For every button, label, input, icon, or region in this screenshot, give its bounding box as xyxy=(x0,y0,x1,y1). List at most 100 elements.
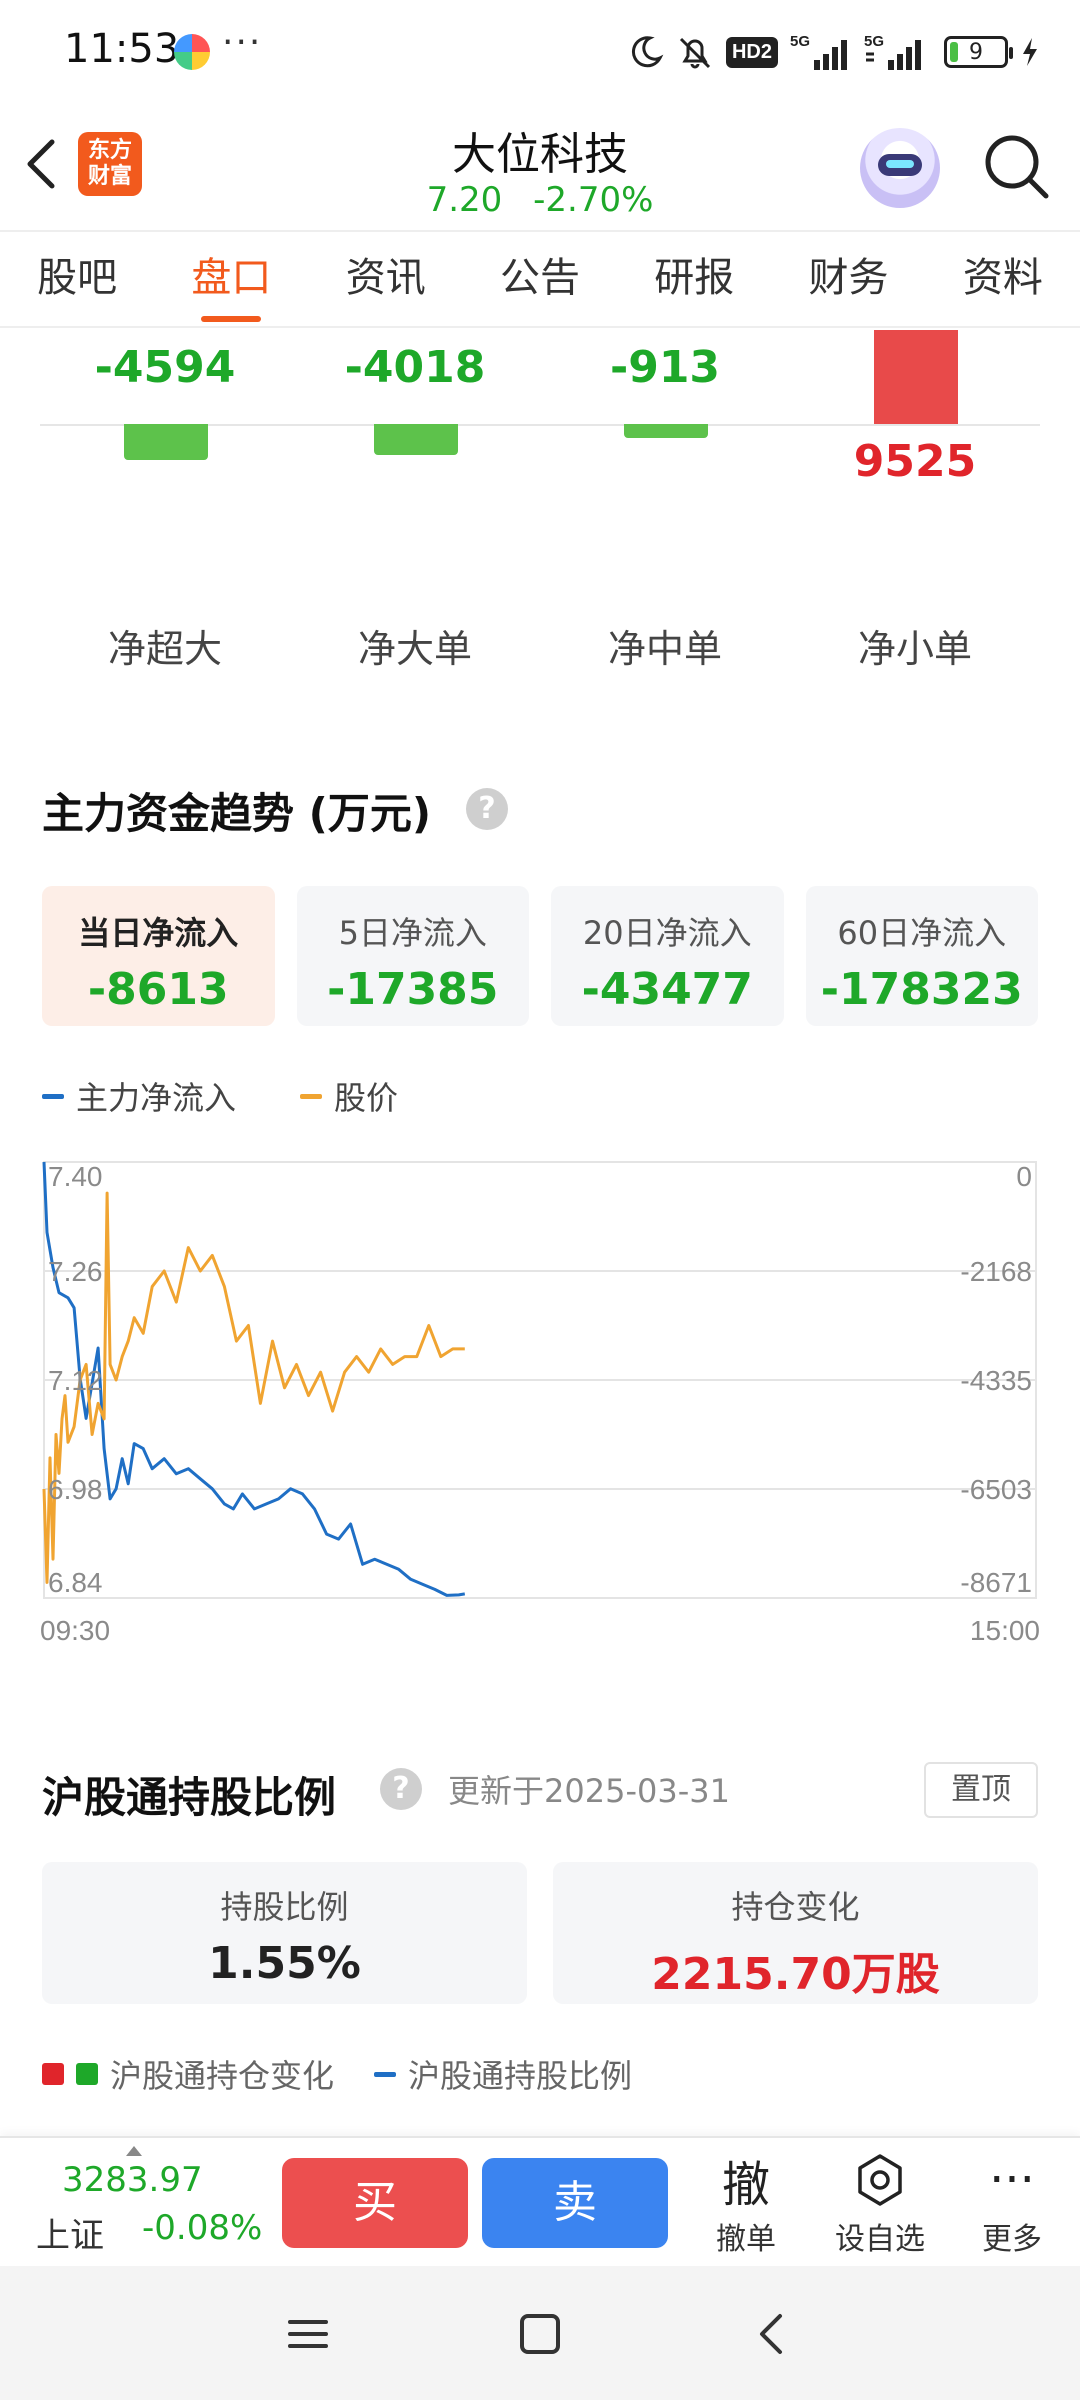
stock-price: 7.20 xyxy=(426,180,503,220)
tab-research[interactable]: 研报 xyxy=(617,232,771,326)
status-time: 11:53 xyxy=(64,26,180,72)
hold-value: 2215.70万股 xyxy=(651,1949,940,2000)
left-tick-label: 7.12 xyxy=(48,1365,103,1396)
expand-arrow-icon xyxy=(126,2146,142,2156)
system-nav-bar xyxy=(0,2266,1080,2400)
holding-ratio-card: 持股比例 1.55% xyxy=(42,1862,527,2004)
period-card-5d[interactable]: 5日净流入 -17385 xyxy=(296,886,529,1026)
flow-label: 净超大 xyxy=(107,627,222,671)
action-label: 更多 xyxy=(982,2222,1042,2257)
left-tick-label: 6.98 xyxy=(48,1474,103,1505)
flow-label: 净中单 xyxy=(607,627,722,671)
index-ticker[interactable]: 3283.97 上证 -0.08% xyxy=(36,2146,266,2256)
help-icon[interactable]: ? xyxy=(380,1768,422,1810)
battery-level: 9 xyxy=(969,39,983,65)
period-cards: 当日净流入 -8613 5日净流入 -17385 20日净流入 -43477 6… xyxy=(42,886,1038,1026)
search-icon[interactable] xyxy=(980,130,1052,202)
charging-icon xyxy=(1023,38,1037,66)
legend-price: 股价 xyxy=(300,1073,398,1119)
period-value: -43477 xyxy=(581,964,753,1015)
status-bar: 11:53 ··· HD2 5G 5G 9 xyxy=(0,0,1080,104)
hsgt-title: 沪股通持股比例 xyxy=(42,1773,337,1822)
legend-holding-change: 沪股通持仓变化 xyxy=(42,2051,334,2097)
right-tick-label: -6503 xyxy=(960,1474,1032,1505)
trend-chart-svg: 7.40 7.26 7.12 6.98 6.84 0 -2168 -4335 -6503 -867… xyxy=(40,1161,1040,1646)
signal-icon-2: 5G xyxy=(864,33,921,70)
index-name: 上证 xyxy=(36,2216,104,2256)
period-card-today[interactable]: 当日净流入 -8613 xyxy=(42,886,275,1026)
battery-icon: 9 xyxy=(944,36,1013,68)
legend-holding-ratio: 沪股通持股比例 xyxy=(374,2051,632,2097)
sell-button[interactable]: 卖 xyxy=(482,2158,668,2248)
hsgt-legend: 沪股通持仓变化 沪股通持股比例 xyxy=(42,2050,632,2098)
menu-icon[interactable] xyxy=(276,2302,340,2366)
legend-swatch-blue xyxy=(374,2071,397,2077)
flow-value: -913 xyxy=(609,342,721,393)
left-tick-label: 6.84 xyxy=(48,1567,103,1598)
legend-green-square xyxy=(76,2063,98,2085)
holding-cards: 持股比例 1.55% 持仓变化 2215.70万股 xyxy=(42,1862,1038,2004)
back-icon[interactable] xyxy=(740,2302,804,2366)
right-tick-label: -4335 xyxy=(960,1365,1032,1396)
update-date: 更新于2025-03-31 xyxy=(448,1772,730,1810)
flow-label: 净小单 xyxy=(857,627,972,671)
series-line-price xyxy=(42,1191,465,1584)
stock-change-pct: -2.70% xyxy=(533,180,654,220)
tab-guba[interactable]: 股吧 xyxy=(0,232,154,326)
period-label: 当日净流入 xyxy=(78,914,239,952)
signal-label-2: 5G xyxy=(864,33,884,50)
flow-label: 净大单 xyxy=(357,627,472,671)
app-header: 东方 财富 大位科技 7.20 -2.70% xyxy=(0,104,1080,230)
flow-value: 9525 xyxy=(853,436,977,487)
bottom-trade-bar: 3283.97 上证 -0.08% 买 卖 撤 撤单 设自选 ··· 更多 xyxy=(0,2136,1080,2266)
legend-main-inflow: 主力净流入 xyxy=(42,1073,236,1119)
tab-bar: 股吧 盘口 资讯 公告 研报 财务 资料 xyxy=(0,230,1080,328)
period-value: -17385 xyxy=(327,964,499,1015)
flow-value: -4594 xyxy=(94,342,236,393)
cancel-order-button[interactable]: 撤 撤单 xyxy=(686,2148,806,2260)
index-value: 3283.97 xyxy=(62,2160,203,2200)
flow-bar xyxy=(624,424,708,438)
legend-swatch-orange xyxy=(300,1093,323,1099)
moon-icon xyxy=(631,36,664,68)
add-watchlist-button[interactable]: 设自选 xyxy=(820,2148,940,2260)
status-icons: HD2 5G 5G 9 xyxy=(628,28,1040,76)
status-more-icon: ··· xyxy=(222,22,263,63)
right-tick-label: -2168 xyxy=(960,1256,1032,1287)
period-value: -178323 xyxy=(820,964,1023,1015)
flow-bar xyxy=(874,330,958,424)
help-icon[interactable]: ? xyxy=(466,788,508,830)
hold-label: 持股比例 xyxy=(220,1888,349,1926)
home-icon[interactable] xyxy=(508,2302,572,2366)
tab-pankou[interactable]: 盘口 xyxy=(154,232,308,326)
legend-label: 主力净流入 xyxy=(76,1079,237,1117)
tab-finance[interactable]: 财务 xyxy=(771,232,925,326)
trend-title: 主力资金趋势 (万元) xyxy=(42,789,432,838)
left-tick-label: 7.26 xyxy=(48,1256,103,1287)
left-tick-label: 7.40 xyxy=(48,1161,103,1192)
signal-icon: 5G xyxy=(790,33,847,70)
legend-label: 沪股通持仓变化 xyxy=(110,2057,335,2095)
watchlist-icon xyxy=(820,2148,940,2212)
period-label: 60日净流入 xyxy=(837,914,1007,952)
ai-assistant-avatar[interactable] xyxy=(860,128,940,208)
more-dots-icon: ··· xyxy=(989,2152,1035,2208)
period-label: 20日净流入 xyxy=(582,914,752,952)
fund-flow-bars: -4594 净超大 -4018 净大单 -913 净中单 9525 净小单 xyxy=(40,328,1040,688)
tab-profile[interactable]: 资料 xyxy=(926,232,1080,326)
period-card-20d[interactable]: 20日净流入 -43477 xyxy=(551,886,784,1026)
tab-news[interactable]: 资讯 xyxy=(309,232,463,326)
tab-announcements[interactable]: 公告 xyxy=(463,232,617,326)
legend-red-square xyxy=(42,2063,64,2085)
app-notification-icon xyxy=(174,34,210,70)
flow-col-medium: -913 净中单 xyxy=(540,328,790,688)
trend-chart[interactable]: 7.40 7.26 7.12 6.98 6.84 0 -2168 -4335 -6503 -867… xyxy=(40,1148,1040,1648)
action-label: 撤单 xyxy=(716,2222,776,2257)
flow-bar xyxy=(124,424,208,460)
period-card-60d[interactable]: 60日净流入 -178323 xyxy=(805,886,1038,1026)
more-button[interactable]: ··· 更多 xyxy=(952,2148,1072,2260)
x-end-label: 15:00 xyxy=(970,1615,1040,1646)
buy-button[interactable]: 买 xyxy=(282,2158,468,2248)
pin-top-button[interactable]: 置顶 xyxy=(924,1762,1038,1818)
trend-legend: 主力净流入 股价 xyxy=(42,1072,398,1120)
